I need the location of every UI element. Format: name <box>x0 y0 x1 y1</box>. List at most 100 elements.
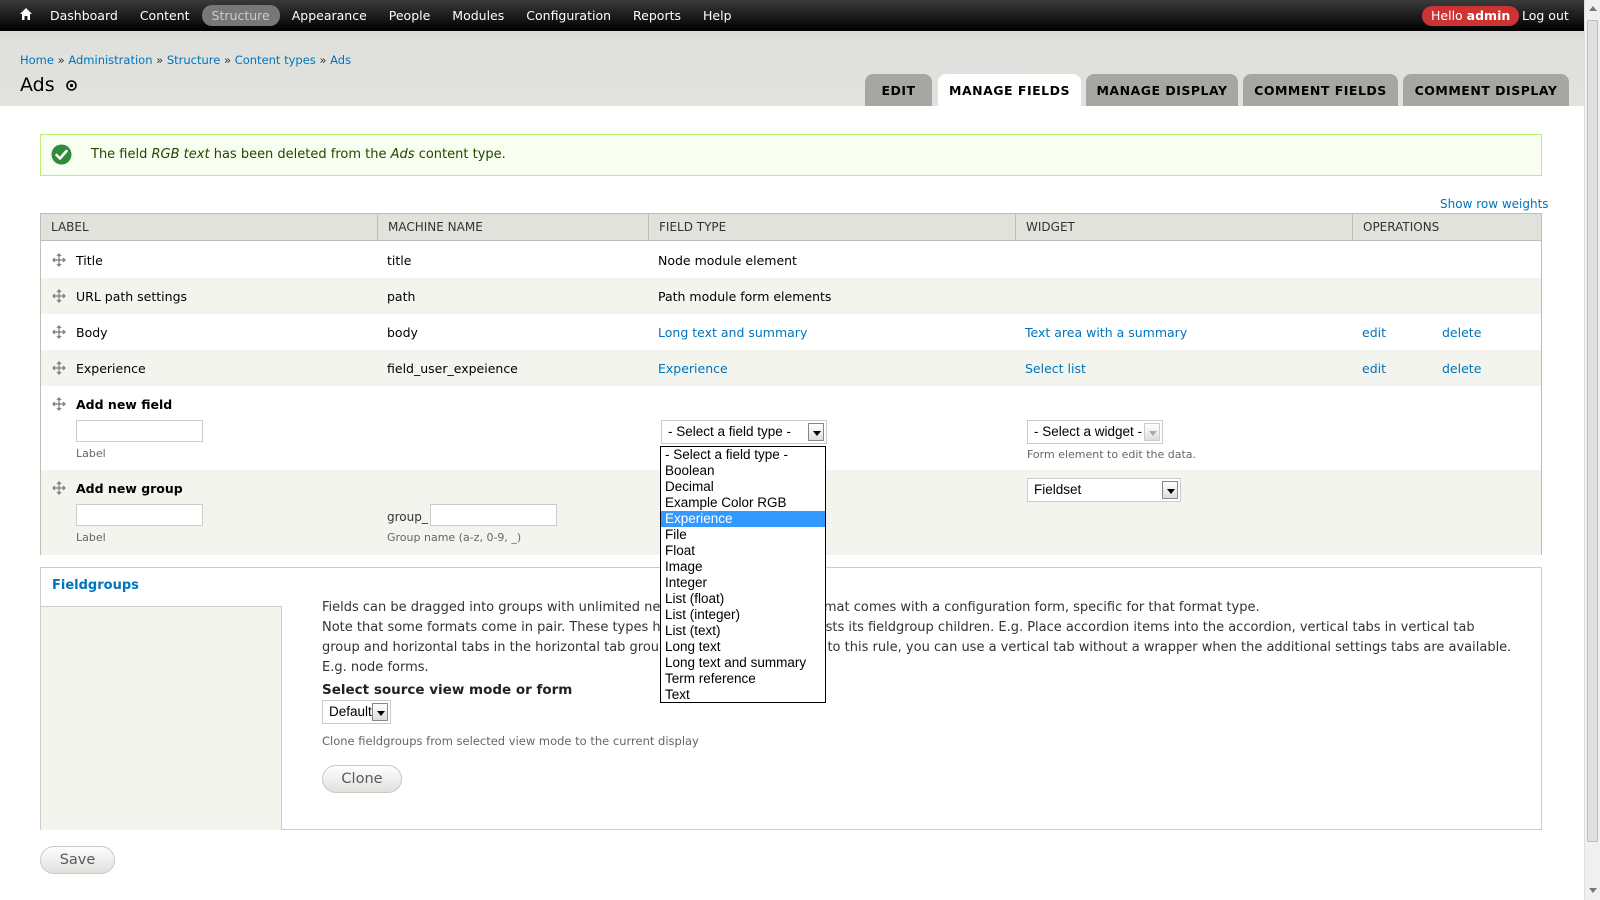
tab-comment-fields[interactable]: COMMENT FIELDS <box>1243 74 1398 106</box>
chevron-down-icon <box>372 703 388 721</box>
table-row: Title title Node module element <box>41 242 1541 278</box>
new-group-label-desc: Label <box>76 531 106 544</box>
dropdown-option[interactable]: Example Color RGB <box>661 495 825 511</box>
status-type-name: Ads <box>390 147 415 162</box>
dropdown-option[interactable]: List (integer) <box>661 607 825 623</box>
status-message: The field RGB text has been deleted from… <box>40 134 1542 176</box>
table-row: URL path settings path Path module form … <box>41 278 1541 314</box>
new-group-label-input[interactable] <box>76 504 203 526</box>
source-view-mode-label: Select source view mode or form <box>322 682 573 698</box>
dropdown-option[interactable]: List (text) <box>661 623 825 639</box>
breadcrumb: Home » Administration » Structure » Cont… <box>20 53 351 67</box>
breadcrumb-home[interactable]: Home <box>20 53 54 67</box>
edit-link[interactable]: edit <box>1362 361 1386 376</box>
group-name-desc: Group name (a-z, 0-9, _) <box>387 531 522 544</box>
hello-prefix: Hello <box>1431 8 1463 23</box>
column-header-field-type: FIELD TYPE <box>648 214 1015 241</box>
group-widget-select-value: Fieldset <box>1034 482 1082 497</box>
page-scrollbar[interactable] <box>1584 0 1600 900</box>
row-widget-link[interactable]: Text area with a summary <box>1025 325 1187 340</box>
breadcrumb-separator: » <box>319 53 327 67</box>
breadcrumb-separator: » <box>156 53 164 67</box>
drag-handle-icon[interactable] <box>52 481 66 495</box>
row-widget-link[interactable]: Select list <box>1025 361 1086 376</box>
dropdown-option[interactable]: - Select a field type - <box>661 447 825 463</box>
logout-link[interactable]: Log out <box>1522 8 1569 23</box>
dropdown-option[interactable]: List (float) <box>661 591 825 607</box>
tab-edit[interactable]: EDIT <box>865 74 932 106</box>
toolbar-menu: Dashboard Content Structure Appearance P… <box>40 0 744 31</box>
chevron-down-icon <box>808 423 824 441</box>
column-header-widget: WIDGET <box>1015 214 1352 241</box>
user-greeting[interactable]: Hello admin <box>1422 6 1520 26</box>
table-header: LABEL MACHINE NAME FIELD TYPE WIDGET OPE… <box>41 214 1541 241</box>
show-row-weights-link[interactable]: Show row weights <box>1440 197 1549 211</box>
field-type-select[interactable]: - Select a field type - <box>661 420 827 444</box>
fieldgroups-line-1: Fields can be dragged into groups with u… <box>322 600 1260 615</box>
tab-comment-display[interactable]: COMMENT DISPLAY <box>1403 74 1569 106</box>
dropdown-option[interactable]: File <box>661 527 825 543</box>
check-icon <box>51 144 72 165</box>
breadcrumb-content-types[interactable]: Content types <box>235 53 316 67</box>
toolbar-item-help[interactable]: Help <box>693 5 742 26</box>
breadcrumb-structure[interactable]: Structure <box>167 53 221 67</box>
home-icon[interactable] <box>18 6 34 22</box>
breadcrumb-ads[interactable]: Ads <box>330 53 351 67</box>
field-type-dropdown-list[interactable]: - Select a field type - Boolean Decimal … <box>660 446 826 703</box>
clone-button[interactable]: Clone <box>322 765 402 793</box>
toolbar-item-content[interactable]: Content <box>130 5 200 26</box>
toolbar-item-modules[interactable]: Modules <box>442 5 514 26</box>
breadcrumb-separator: » <box>224 53 232 67</box>
drag-handle-icon[interactable] <box>52 397 66 411</box>
dropdown-option[interactable]: Text <box>661 687 825 703</box>
dropdown-option[interactable]: Float <box>661 543 825 559</box>
drag-handle-icon[interactable] <box>52 325 66 339</box>
toolbar-item-structure[interactable]: Structure <box>201 5 280 26</box>
dropdown-option-selected[interactable]: Experience <box>661 511 825 527</box>
status-text-mid: has been deleted from the <box>213 147 387 162</box>
group-widget-select[interactable]: Fieldset <box>1027 478 1181 502</box>
scrollbar-thumb[interactable] <box>1587 20 1598 842</box>
status-field-name: RGB text <box>151 147 210 162</box>
add-shortcut-icon[interactable] <box>66 80 77 91</box>
field-type-select-value: - Select a field type - <box>668 424 792 439</box>
toolbar-item-configuration[interactable]: Configuration <box>516 5 621 26</box>
dropdown-option[interactable]: Image <box>661 559 825 575</box>
toolbar-item-dashboard[interactable]: Dashboard <box>40 5 128 26</box>
dropdown-option[interactable]: Term reference <box>661 671 825 687</box>
row-field-type-link[interactable]: Experience <box>658 361 728 376</box>
fieldgroups-tab[interactable]: Fieldgroups <box>52 578 139 593</box>
add-new-field-title: Add new field <box>76 397 173 412</box>
drag-handle-icon[interactable] <box>52 253 66 267</box>
breadcrumb-administration[interactable]: Administration <box>68 53 152 67</box>
column-header-label: LABEL <box>51 220 89 234</box>
dropdown-option[interactable]: Decimal <box>661 479 825 495</box>
toolbar-item-reports[interactable]: Reports <box>623 5 691 26</box>
drag-handle-icon[interactable] <box>52 289 66 303</box>
row-machine-name: title <box>387 253 412 268</box>
dropdown-option[interactable]: Long text and summary <box>661 655 825 671</box>
row-label: Title <box>76 253 103 268</box>
delete-link[interactable]: delete <box>1442 325 1481 340</box>
tab-manage-display[interactable]: MANAGE DISPLAY <box>1086 74 1238 106</box>
dropdown-option[interactable]: Integer <box>661 575 825 591</box>
row-label: Body <box>76 325 108 340</box>
toolbar-item-people[interactable]: People <box>379 5 441 26</box>
source-view-mode-select[interactable]: Default <box>322 700 391 724</box>
scroll-down-icon[interactable] <box>1589 888 1597 893</box>
tab-manage-fields[interactable]: MANAGE FIELDS <box>938 74 1081 106</box>
admin-toolbar: Dashboard Content Structure Appearance P… <box>0 0 1584 31</box>
save-button[interactable]: Save <box>40 846 115 874</box>
group-name-input[interactable] <box>430 504 557 526</box>
widget-select[interactable]: - Select a widget - <box>1027 420 1163 444</box>
dropdown-option[interactable]: Long text <box>661 639 825 655</box>
dropdown-option[interactable]: Boolean <box>661 463 825 479</box>
row-field-type-link[interactable]: Long text and summary <box>658 325 807 340</box>
edit-link[interactable]: edit <box>1362 325 1386 340</box>
row-machine-name: field_user_expeience <box>387 361 518 376</box>
toolbar-item-appearance[interactable]: Appearance <box>282 5 377 26</box>
drag-handle-icon[interactable] <box>52 361 66 375</box>
scroll-up-icon[interactable] <box>1589 6 1597 11</box>
new-field-label-input[interactable] <box>76 420 203 442</box>
delete-link[interactable]: delete <box>1442 361 1481 376</box>
